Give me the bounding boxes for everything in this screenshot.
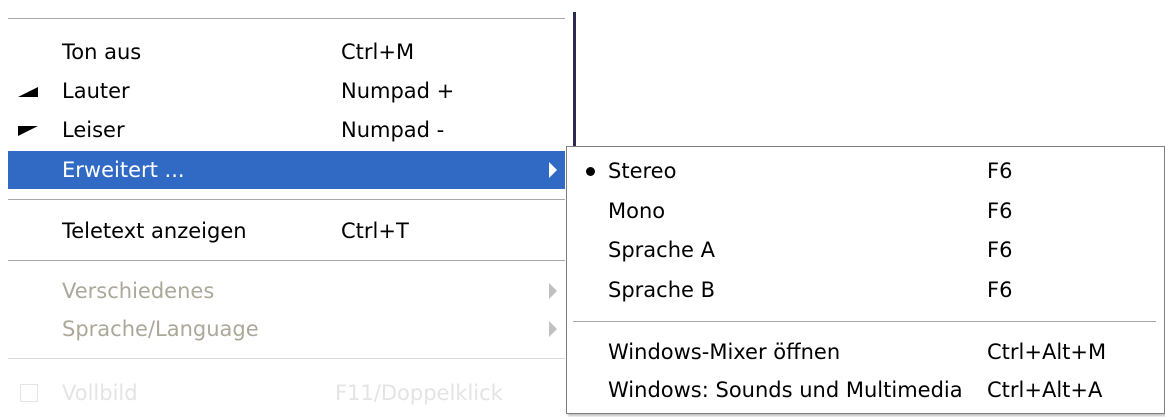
window-edge bbox=[573, 12, 576, 147]
submenu-item-windows-sounds[interactable]: Windows: Sounds und Multimedia Ctrl+Alt+… bbox=[567, 371, 1164, 409]
submenu-item-shortcut: Ctrl+Alt+M bbox=[987, 340, 1107, 364]
menu-item-sprache-language[interactable]: Sprache/Language bbox=[8, 310, 565, 348]
volume-up-icon bbox=[18, 87, 38, 97]
menu-item-shortcut: Numpad - bbox=[341, 118, 445, 142]
submenu-item-stereo[interactable]: Stereo F6 bbox=[567, 152, 1164, 190]
submenu-separator bbox=[573, 321, 1156, 323]
menu-item-lauter[interactable]: Lauter Numpad + bbox=[8, 72, 565, 110]
submenu-item-label: Stereo bbox=[608, 159, 677, 183]
submenu-item-shortcut: F6 bbox=[987, 278, 1013, 302]
menu-item-shortcut: Numpad + bbox=[341, 79, 455, 103]
submenu-item-shortcut: Ctrl+Alt+A bbox=[987, 378, 1103, 402]
menu-separator bbox=[8, 199, 565, 201]
radio-selected-icon bbox=[586, 167, 595, 176]
submenu-arrow-icon bbox=[549, 283, 557, 299]
menu-item-label: Lauter bbox=[62, 79, 130, 103]
menu-item-label: Teletext anzeigen bbox=[62, 219, 247, 243]
menu-item-shortcut: F11/Doppelklick bbox=[335, 381, 503, 405]
menu-item-leiser[interactable]: Leiser Numpad - bbox=[8, 111, 565, 149]
menu-item-label: Erweitert ... bbox=[62, 158, 185, 182]
menu-separator bbox=[8, 358, 565, 360]
submenu-item-label: Windows-Mixer öffnen bbox=[608, 340, 841, 364]
submenu-item-label: Mono bbox=[608, 199, 666, 223]
submenu-item-windows-mixer[interactable]: Windows-Mixer öffnen Ctrl+Alt+M bbox=[567, 333, 1164, 371]
menu-item-vollbild[interactable]: Vollbild F11/Doppelklick bbox=[8, 374, 565, 412]
menu-item-label: Sprache/Language bbox=[62, 317, 259, 341]
menu-item-shortcut: Ctrl+M bbox=[341, 40, 415, 64]
submenu-item-shortcut: F6 bbox=[987, 199, 1013, 223]
menu-item-erweitert[interactable]: Erweitert ... bbox=[8, 151, 565, 189]
submenu-erweitert: Stereo F6 Mono F6 Sprache A F6 Sprache B… bbox=[566, 146, 1165, 414]
submenu-item-sprache-b[interactable]: Sprache B F6 bbox=[567, 271, 1164, 309]
menu-item-shortcut: Ctrl+T bbox=[341, 219, 409, 243]
menu-item-label: Verschiedenes bbox=[62, 279, 215, 303]
checkbox-icon bbox=[20, 384, 38, 402]
submenu-item-shortcut: F6 bbox=[987, 238, 1013, 262]
menu-item-label: Ton aus bbox=[62, 40, 142, 64]
menu-item-ton-aus[interactable]: Ton aus Ctrl+M bbox=[8, 33, 565, 71]
submenu-item-label: Sprache B bbox=[608, 278, 716, 302]
context-menu: Ton aus Ctrl+M Lauter Numpad + Leiser Nu… bbox=[0, 0, 575, 417]
menu-separator bbox=[8, 18, 565, 20]
submenu-item-sprache-a[interactable]: Sprache A F6 bbox=[567, 231, 1164, 269]
menu-item-verschiedenes[interactable]: Verschiedenes bbox=[8, 272, 565, 310]
submenu-item-mono[interactable]: Mono F6 bbox=[567, 192, 1164, 230]
menu-item-label: Vollbild bbox=[62, 381, 138, 405]
volume-down-icon bbox=[18, 126, 38, 136]
submenu-arrow-icon bbox=[549, 162, 557, 178]
submenu-item-label: Windows: Sounds und Multimedia bbox=[608, 378, 963, 402]
menu-item-label: Leiser bbox=[62, 118, 125, 142]
submenu-arrow-icon bbox=[549, 321, 557, 337]
menu-separator bbox=[8, 260, 565, 262]
menu-item-teletext-anzeigen[interactable]: Teletext anzeigen Ctrl+T bbox=[8, 212, 565, 250]
submenu-item-label: Sprache A bbox=[608, 238, 715, 262]
submenu-item-shortcut: F6 bbox=[987, 159, 1013, 183]
